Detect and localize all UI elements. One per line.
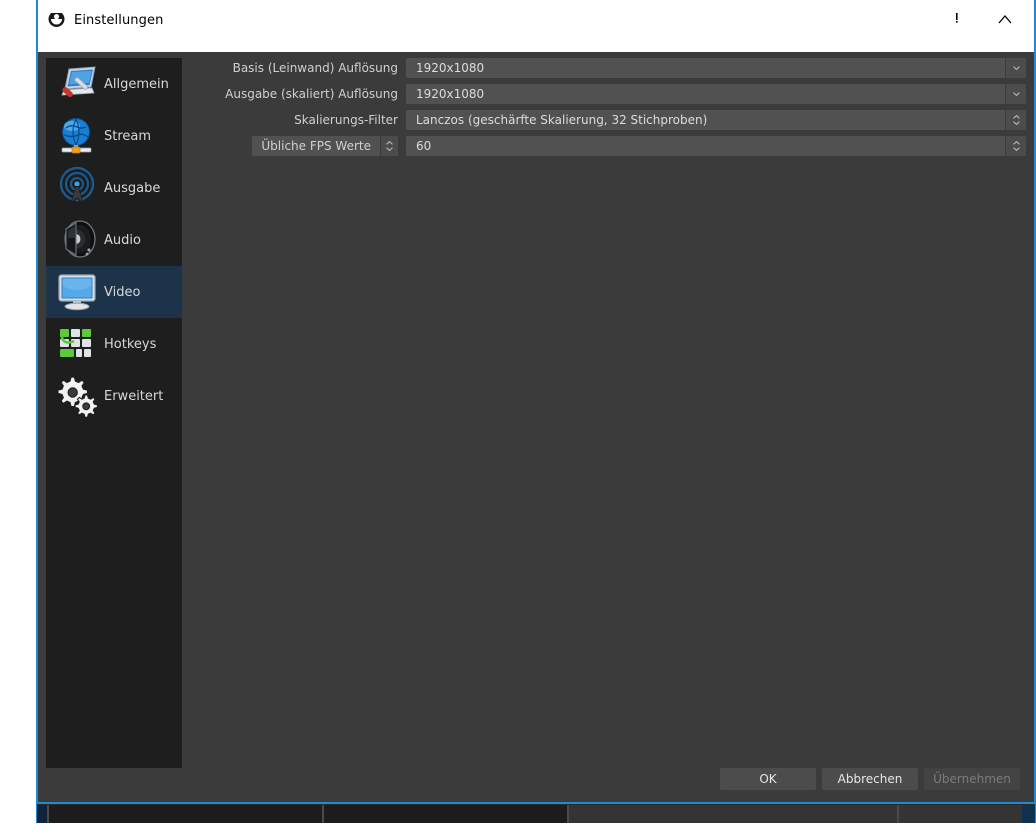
cancel-button[interactable]: Abbrechen (822, 768, 918, 790)
bg-panel-right-edge (1022, 805, 1035, 823)
output-scaled-resolution-label: Ausgabe (skaliert) Auflösung (190, 87, 406, 101)
base-canvas-resolution-value: 1920x1080 (406, 58, 1005, 78)
sidebar-item-label: Erweitert (104, 389, 163, 404)
sidebar-item-label: Ausgabe (104, 181, 160, 196)
audio-speaker-icon (50, 216, 104, 264)
form-row-base-resolution: Basis (Leinwand) Auflösung 1920x1080 (190, 58, 1026, 78)
obs-logo-icon (48, 13, 65, 30)
dialog-body: Allgemein (38, 52, 1034, 802)
dialog-footer: OK Abbrechen Übernehmen (720, 768, 1020, 790)
hotkeys-keyboard-icon (50, 320, 104, 368)
obs-background-dock-panels (37, 805, 1036, 823)
sidebar-item-hotkeys[interactable]: Hotkeys (46, 318, 182, 370)
fps-value: 60 (406, 136, 1005, 156)
bg-panel-controls (899, 805, 1023, 823)
advanced-gears-icon (50, 372, 104, 420)
sidebar-item-label: Allgemein (104, 77, 169, 92)
settings-sidebar: Allgemein (46, 58, 182, 768)
bg-panel-edge (37, 805, 49, 823)
sidebar-item-ausgabe[interactable]: Ausgabe (46, 162, 182, 214)
titlebar-left-group: Einstellungen (38, 6, 163, 36)
spinner-arrows-icon[interactable] (1005, 110, 1026, 130)
general-monitor-screwdriver-icon (50, 60, 104, 108)
sidebar-item-label: Stream (104, 129, 151, 144)
fps-value-spinbox[interactable]: 60 (406, 136, 1026, 156)
video-monitor-icon (50, 268, 104, 316)
downscale-filter-value: Lanczos (geschärfte Skalierung, 32 Stich… (406, 110, 1005, 130)
sidebar-item-audio[interactable]: Audio (46, 214, 182, 266)
downscale-filter-label: Skalierungs-Filter (190, 113, 406, 127)
base-canvas-resolution-label: Basis (Leinwand) Auflösung (190, 61, 406, 75)
fps-mode-selector[interactable]: Übliche FPS Werte (252, 136, 398, 156)
sidebar-item-label: Video (104, 285, 140, 300)
base-canvas-resolution-combobox[interactable]: 1920x1080 (406, 58, 1026, 78)
minimize-button[interactable] (936, 8, 982, 38)
sidebar-item-allgemein[interactable]: Allgemein (46, 58, 182, 110)
dialog-title: Einstellungen (74, 13, 163, 28)
form-row-fps: Übliche FPS Werte 60 (190, 136, 1026, 156)
sidebar-item-label: Hotkeys (104, 337, 156, 352)
form-row-downscale-filter: Skalierungs-Filter Lanczos (geschärfte S… (190, 110, 1026, 130)
sidebar-item-erweitert[interactable]: Erweitert (46, 370, 182, 422)
ok-button[interactable]: OK (720, 768, 816, 790)
sidebar-item-stream[interactable]: Stream (46, 110, 182, 162)
sidebar-item-label: Audio (104, 233, 141, 248)
sidebar-item-video[interactable]: Video (46, 266, 182, 318)
bg-panel-scenes (49, 805, 324, 823)
downscale-filter-spinbox[interactable]: Lanczos (geschärfte Skalierung, 32 Stich… (406, 110, 1026, 130)
output-scaled-resolution-combobox[interactable]: 1920x1080 (406, 84, 1026, 104)
bg-panel-mixer (569, 805, 899, 823)
chevron-down-icon[interactable] (1005, 84, 1026, 104)
dialog-titlebar: Einstellungen (38, 0, 1034, 52)
stream-globe-icon (50, 112, 104, 160)
fps-mode-selector-wrapper: Übliche FPS Werte (190, 136, 406, 156)
fps-mode-label: Übliche FPS Werte (252, 136, 380, 156)
spinner-arrows-icon[interactable] (1005, 136, 1026, 156)
spinner-arrows-icon[interactable] (380, 136, 398, 156)
close-button[interactable] (982, 8, 1028, 38)
bg-panel-sources (324, 805, 569, 823)
video-settings-form: Basis (Leinwand) Auflösung 1920x1080 Aus… (190, 58, 1026, 162)
apply-button: Übernehmen (924, 768, 1020, 790)
settings-dialog: Einstellungen (36, 0, 1036, 804)
form-row-output-resolution: Ausgabe (skaliert) Auflösung 1920x1080 (190, 84, 1026, 104)
chevron-down-icon[interactable] (1005, 58, 1026, 78)
window-controls (936, 8, 1034, 38)
output-broadcast-icon (50, 164, 104, 212)
output-scaled-resolution-value: 1920x1080 (406, 84, 1005, 104)
